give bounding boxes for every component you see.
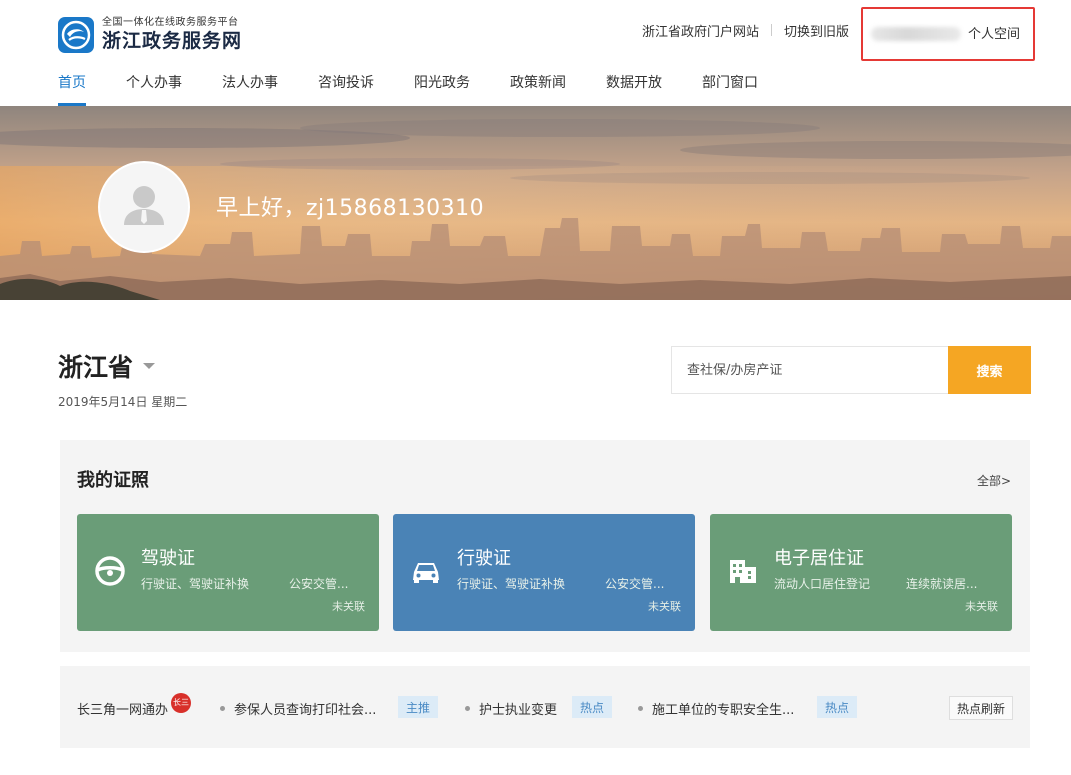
link-status: 未关联 — [332, 600, 365, 613]
nav-tab-personal[interactable]: 个人办事 — [126, 72, 182, 106]
nav-tab-consult[interactable]: 咨询投诉 — [318, 72, 374, 106]
license-title: 电子居住证 — [774, 548, 864, 569]
license-service-2: 连续就读居... — [906, 577, 978, 591]
search-input[interactable] — [672, 347, 949, 393]
hot-item-text: 护士执业变更 — [479, 703, 558, 718]
car-icon — [413, 563, 439, 583]
top-link-divider — [771, 24, 773, 36]
site-header: 全国一体化在线政务服务平台 浙江政务服务网 浙江省政府门户网站 切换到旧版 个人… — [0, 0, 1071, 106]
region-selector[interactable]: 浙江省 — [58, 348, 156, 384]
hot-item-text: 施工单位的专职安全生... — [652, 703, 795, 718]
nav-tab-department[interactable]: 部门窗口 — [702, 72, 758, 106]
license-card-driver-license[interactable]: 驾驶证 行驶证、驾驶证补换 公安交管... 未关联 — [77, 514, 379, 631]
my-licenses-section: 我的证照 全部> 驾驶证 行驶证、驾驶证补换 公安交管... 未关联 行驶证 行… — [60, 440, 1030, 652]
search-button[interactable]: 搜索 — [948, 346, 1031, 394]
nav-tab-legal-person[interactable]: 法人办事 — [222, 72, 278, 106]
gov-portal-link[interactable]: 浙江省政府门户网站 — [642, 21, 759, 40]
license-service-2: 公安交管... — [605, 577, 665, 591]
license-card-residence-permit[interactable]: 电子居住证 流动人口居住登记 连续就读居... 未关联 — [710, 514, 1012, 631]
user-avatar[interactable] — [98, 161, 190, 253]
caret-down-icon[interactable] — [143, 363, 156, 369]
search-box: 搜索 — [671, 346, 1031, 394]
top-links: 浙江省政府门户网站 切换到旧版 — [642, 0, 849, 60]
logo-emblem-icon — [58, 16, 94, 53]
building-icon — [730, 560, 756, 583]
blurred-username — [871, 27, 961, 41]
brand-label: 长三角一网通办 — [77, 703, 169, 718]
delta-badge-icon: 长三 — [171, 692, 192, 713]
hot-item-text: 参保人员查询打印社会... — [234, 703, 377, 718]
logo-subtitle: 全国一体化在线政务服务平台 — [102, 17, 239, 28]
main-nav: 首页 个人办事 法人办事 咨询投诉 阳光政务 政策新闻 数据开放 部门窗口 — [58, 72, 798, 106]
personal-space-link[interactable]: 个人空间 — [968, 23, 1020, 42]
nav-tab-home[interactable]: 首页 — [58, 72, 86, 106]
license-service-1: 行驶证、驾驶证补换 — [141, 577, 250, 591]
tag-hot: 热点 — [817, 696, 858, 718]
license-title: 行驶证 — [457, 548, 511, 569]
steering-wheel-icon — [95, 556, 125, 586]
greeting-text: 早上好，zj15868130310 — [216, 196, 485, 221]
logo-title: 浙江政务服务网 — [102, 30, 243, 52]
license-title: 驾驶证 — [141, 548, 195, 569]
license-service-1: 行驶证、驾驶证补换 — [457, 577, 566, 591]
license-card-vehicle-license[interactable]: 行驶证 行驶证、驾驶证补换 公安交管... 未关联 — [393, 514, 695, 631]
switch-old-version-link[interactable]: 切换到旧版 — [784, 21, 849, 40]
tag-featured: 主推 — [398, 696, 439, 718]
hot-item-nurse-change[interactable]: 护士执业变更 — [465, 699, 557, 718]
nav-tab-policy-news[interactable]: 政策新闻 — [510, 72, 566, 106]
current-date: 2019年5月14日 星期二 — [58, 395, 188, 409]
hot-services-bar: 长三角一网通办 长三 参保人员查询打印社会... 主推 护士执业变更 热点 施工… — [60, 666, 1030, 748]
bullet-dot — [220, 706, 225, 711]
bullet-dot — [638, 706, 643, 711]
nav-tab-open-government[interactable]: 阳光政务 — [414, 72, 470, 106]
hot-item-safety-officer[interactable]: 施工单位的专职安全生... — [638, 699, 794, 718]
tag-hot: 热点 — [572, 696, 613, 718]
section-title: 我的证照 — [77, 470, 149, 491]
link-status: 未关联 — [648, 600, 681, 613]
site-logo[interactable]: 全国一体化在线政务服务平台 浙江政务服务网 — [58, 16, 242, 53]
nav-tab-open-data[interactable]: 数据开放 — [606, 72, 662, 106]
link-status: 未关联 — [965, 600, 998, 613]
refresh-hot-button[interactable]: 热点刷新 — [948, 696, 1013, 720]
yangtze-delta-brand[interactable]: 长三角一网通办 长三 — [77, 692, 192, 718]
user-account-box[interactable]: 个人空间 — [861, 7, 1035, 61]
user-silhouette-icon — [124, 186, 164, 225]
license-service-2: 公安交管... — [289, 577, 349, 591]
license-service-1: 流动人口居住登记 — [774, 577, 871, 591]
hot-item-insurance-print[interactable]: 参保人员查询打印社会... — [220, 699, 376, 718]
view-all-link[interactable]: 全部> — [977, 472, 1011, 489]
region-name: 浙江省 — [58, 353, 134, 382]
bullet-dot — [465, 706, 470, 711]
